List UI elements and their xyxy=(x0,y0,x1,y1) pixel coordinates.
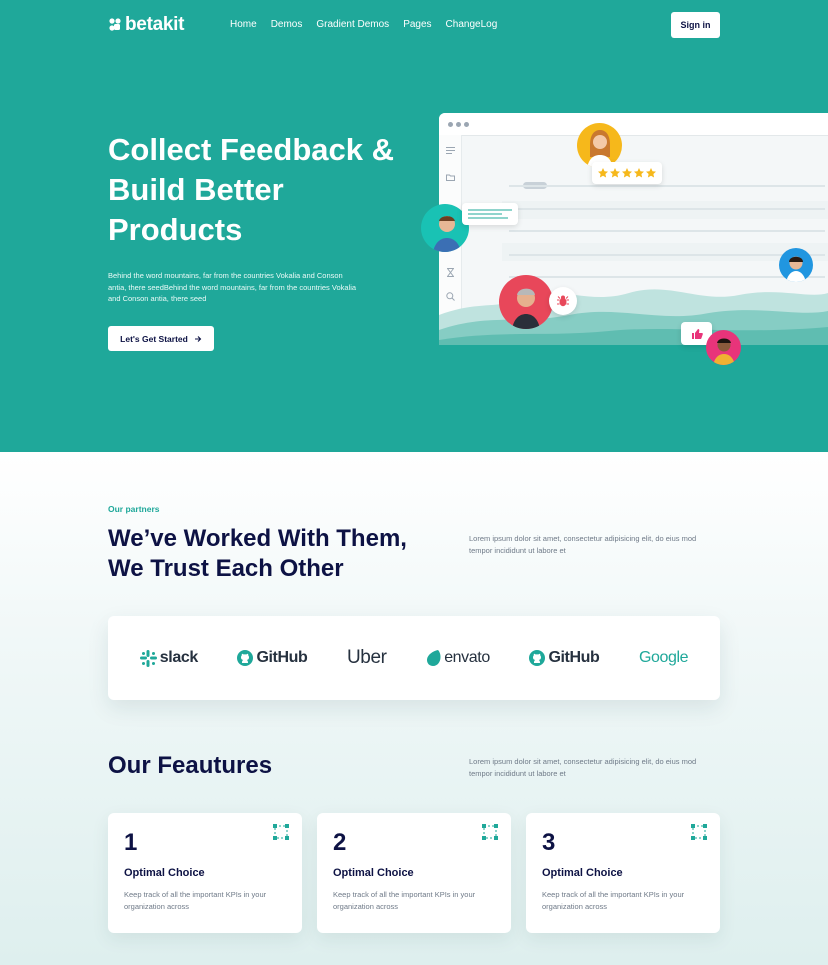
thumbs-up-icon xyxy=(691,328,703,339)
logo-icon xyxy=(109,18,121,31)
feature-number: 2 xyxy=(333,829,347,856)
top-nav: betakit Home Demos Gradient Demos Pages … xyxy=(108,12,720,40)
get-started-label: Let's Get Started xyxy=(120,333,188,344)
person-icon xyxy=(512,288,540,329)
dashboard-illustration xyxy=(439,113,828,345)
partner-logo-slack: slack xyxy=(139,649,198,667)
hero-description: Behind the word mountains, far from the … xyxy=(108,271,357,303)
feature-card: 2 Optimal Choice Keep track of all the i… xyxy=(317,813,511,933)
logo[interactable]: betakit xyxy=(108,14,184,36)
person-icon xyxy=(713,338,735,365)
partner-logo-github: GitHub xyxy=(237,649,308,667)
feature-description: Keep track of all the important KPIs in … xyxy=(542,890,685,911)
window-bar xyxy=(439,113,828,136)
slack-icon xyxy=(139,649,157,667)
window-dot xyxy=(464,121,469,127)
hero-title-line: Collect Feedback & xyxy=(108,132,394,167)
text-lines-icon xyxy=(468,209,512,219)
nav-pages[interactable]: Pages xyxy=(403,19,431,30)
feature-number: 1 xyxy=(124,829,138,856)
features-title-text: Our Feautures xyxy=(108,752,273,779)
partners-title-line: We Trust Each Other xyxy=(108,555,344,582)
partner-logo-github: GitHub xyxy=(529,649,600,667)
sign-in-button[interactable]: Sign in xyxy=(671,12,720,38)
frame-icon xyxy=(273,824,289,840)
features-title: Our Feautures xyxy=(108,751,272,781)
partner-logo-uber: Uber xyxy=(347,647,387,669)
menu-icon xyxy=(446,147,455,154)
feature-title: Optimal Choice xyxy=(542,867,623,879)
partner-name: GitHub xyxy=(256,649,308,666)
feature-description: Keep track of all the important KPIs in … xyxy=(124,890,267,911)
bug-bubble xyxy=(549,287,577,315)
window-dot xyxy=(448,121,453,127)
hero-section: betakit Home Demos Gradient Demos Pages … xyxy=(0,0,828,452)
partners-title: We’ve Worked With Them, We Trust Each Ot… xyxy=(108,524,407,584)
logo-text: betakit xyxy=(125,14,185,35)
avatar xyxy=(499,275,553,329)
get-started-button[interactable]: Let's Get Started xyxy=(108,326,214,351)
feature-title: Optimal Choice xyxy=(124,867,205,879)
person-icon xyxy=(786,256,806,282)
feature-title: Optimal Choice xyxy=(333,867,414,879)
partner-logo-envato: envato xyxy=(426,649,490,667)
star-icon xyxy=(634,168,644,178)
feature-description: Keep track of all the important KPIs in … xyxy=(333,890,476,911)
github-icon xyxy=(529,650,546,666)
frame-icon xyxy=(482,824,498,840)
partners-text: Lorem ipsum dolor sit amet, consectetur … xyxy=(469,534,697,555)
partner-name: Google xyxy=(638,649,689,666)
mock-row xyxy=(509,208,825,210)
rating-bubble xyxy=(592,162,662,184)
star-icon xyxy=(622,168,632,178)
mock-row xyxy=(509,254,825,256)
hero-title: Collect Feedback & Build Better Products xyxy=(108,130,428,250)
partners-title-line: We’ve Worked With Them, xyxy=(108,525,407,552)
partner-name: Uber xyxy=(346,647,387,668)
partner-logo-google: Google xyxy=(638,649,689,667)
folder-icon xyxy=(446,174,455,181)
window-dot xyxy=(456,121,461,127)
avatar xyxy=(706,330,741,365)
envato-leaf-icon xyxy=(427,650,441,666)
main-menu: Home Demos Gradient Demos Pages ChangeLo… xyxy=(230,19,497,30)
mock-row-band xyxy=(502,201,828,219)
partner-name: slack xyxy=(159,649,198,666)
features-text: Lorem ipsum dolor sit amet, consectetur … xyxy=(469,757,697,778)
arrow-right-icon xyxy=(194,335,202,342)
partner-logos: slack GitHub Uber envato GitHub Google xyxy=(108,616,720,700)
mock-row xyxy=(509,185,825,187)
avatar xyxy=(779,248,813,282)
feature-card: 3 Optimal Choice Keep track of all the i… xyxy=(526,813,720,933)
comment-bubble xyxy=(462,203,518,225)
nav-gradient-demos[interactable]: Gradient Demos xyxy=(316,19,389,30)
mock-row xyxy=(509,230,825,232)
feature-card: 1 Optimal Choice Keep track of all the i… xyxy=(108,813,302,933)
nav-changelog[interactable]: ChangeLog xyxy=(446,19,498,30)
frame-icon xyxy=(691,824,707,840)
nav-home[interactable]: Home xyxy=(230,19,257,30)
hero-title-line: Build Better xyxy=(108,172,284,207)
bug-icon xyxy=(557,295,569,307)
mountains-graphic xyxy=(439,289,828,345)
partner-name: GitHub xyxy=(548,649,600,666)
star-icon xyxy=(646,168,656,178)
hero-title-line: Products xyxy=(108,212,243,247)
github-icon xyxy=(237,650,254,666)
partner-name: envato xyxy=(444,649,490,666)
star-icon xyxy=(598,168,608,178)
star-icon xyxy=(610,168,620,178)
partners-eyebrow: Our partners xyxy=(108,504,160,514)
nav-demos[interactable]: Demos xyxy=(271,19,303,30)
feature-number: 3 xyxy=(542,829,556,856)
